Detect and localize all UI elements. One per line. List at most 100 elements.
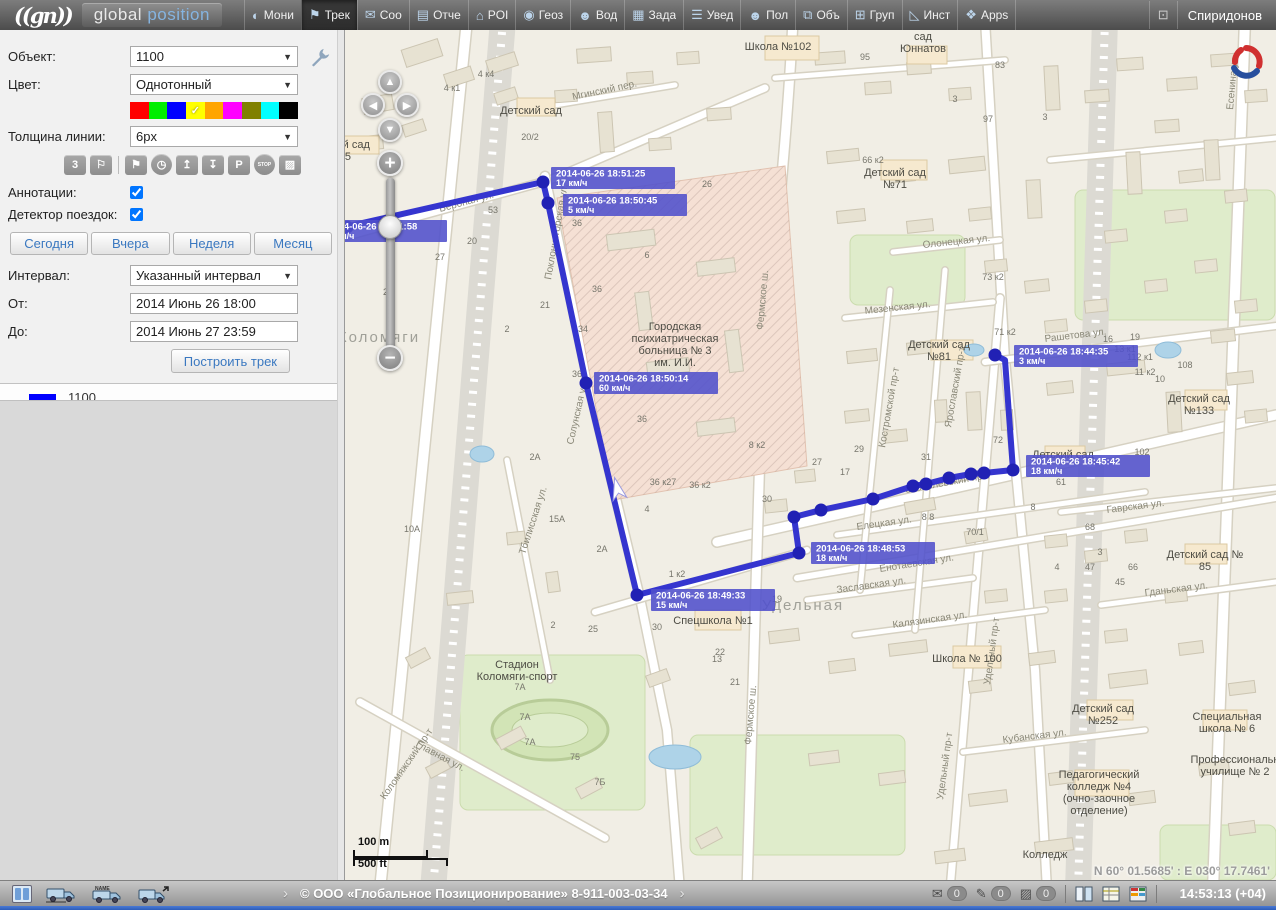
flag-icon[interactable]: ⚑: [125, 155, 147, 175]
pan-up-button[interactable]: ▲: [378, 70, 402, 94]
map-canvas[interactable]: Вербная ул.Поклонногорская ул.Солунская …: [345, 30, 1276, 880]
show-vehicle-names-button[interactable]: NAME: [92, 885, 122, 903]
fuel-down-icon[interactable]: ↧: [202, 155, 224, 175]
track-point[interactable]: [537, 176, 550, 189]
track-point[interactable]: [815, 504, 828, 517]
color-swatch-8[interactable]: [279, 102, 298, 119]
tab-пол[interactable]: ☻Пол: [740, 0, 795, 30]
interval-label: Интервал:: [8, 268, 130, 283]
current-user-name[interactable]: Спиридонов: [1188, 8, 1262, 23]
track-point[interactable]: [907, 480, 920, 493]
interval-select[interactable]: Указанный интервал ▼: [130, 265, 298, 286]
commands-counter[interactable]: ✎0: [976, 886, 1011, 902]
color-swatch-4[interactable]: [205, 102, 224, 119]
track-point[interactable]: [978, 467, 991, 480]
collapse-panel-icon[interactable]: ⊡: [1149, 1, 1178, 29]
track-point[interactable]: [631, 589, 644, 602]
show-vehicles-button[interactable]: [46, 885, 76, 903]
house-number: 36: [637, 414, 647, 424]
tab-геоз[interactable]: ◉Геоз: [515, 0, 570, 30]
color-swatch-1[interactable]: [149, 102, 168, 119]
house-number: 75: [570, 752, 580, 762]
fuel-up-icon[interactable]: ↥: [176, 155, 198, 175]
toggle-sidebar-button[interactable]: [12, 885, 32, 903]
annotations-checkbox[interactable]: [130, 186, 143, 199]
track-point[interactable]: [542, 197, 555, 210]
tab-poi[interactable]: ⌂POI: [468, 0, 516, 30]
tab-груп[interactable]: ⊞Груп: [847, 0, 902, 30]
color-swatch-3[interactable]: ✓: [186, 102, 205, 119]
gauge-icon[interactable]: ◷: [151, 154, 172, 175]
tab-мони[interactable]: ◐Мони: [244, 0, 301, 30]
house-number: 22: [715, 647, 725, 657]
photo-icon[interactable]: ▨: [279, 155, 301, 175]
line-thickness-select[interactable]: 6px ▼: [130, 126, 298, 147]
follow-vehicle-button[interactable]: [138, 885, 170, 903]
color-swatch-5[interactable]: [223, 102, 242, 119]
pan-left-button[interactable]: ◀: [361, 93, 385, 117]
parking-icon[interactable]: P: [228, 155, 250, 175]
chevron-left-icon[interactable]: ›: [283, 885, 288, 902]
zoom-slider-knob[interactable]: [378, 215, 402, 239]
zoom-slider-track[interactable]: [386, 178, 395, 353]
journal-book-icon[interactable]: [1075, 886, 1093, 902]
notifications-list-icon: ☰: [691, 7, 703, 23]
chart-table-icon[interactable]: [1129, 886, 1147, 902]
period-button-3[interactable]: Месяц: [254, 232, 332, 255]
track-time-label: 2014-06-26 18:50:1460 км/ч: [594, 372, 718, 394]
zoom-out-button[interactable]: −: [377, 345, 403, 371]
color-mode-select[interactable]: Однотонный ▼: [130, 74, 298, 95]
color-swatch-2[interactable]: [167, 102, 186, 119]
stop-icon[interactable]: STOP: [254, 154, 275, 175]
house-number: 2А: [529, 452, 540, 462]
period-button-2[interactable]: Неделя: [173, 232, 251, 255]
track-point[interactable]: [965, 468, 978, 481]
tab-вод[interactable]: ☻Вод: [570, 0, 624, 30]
from-label: От:: [8, 296, 130, 311]
status-bar: NAME › © ООО «Глобальное Позиционировани…: [0, 880, 1276, 906]
track-point[interactable]: [793, 547, 806, 560]
color-swatch-6[interactable]: [242, 102, 261, 119]
track-point[interactable]: [788, 511, 801, 524]
photos-counter[interactable]: ▨0: [1020, 886, 1056, 902]
to-datetime-input[interactable]: [130, 321, 298, 342]
track-point[interactable]: [1007, 464, 1020, 477]
build-track-button[interactable]: Построить трек: [171, 349, 290, 373]
track-point[interactable]: [989, 349, 1002, 362]
period-button-1[interactable]: Вчера: [91, 232, 169, 255]
tab-apps[interactable]: ❖Apps: [957, 0, 1016, 30]
tab-трек[interactable]: ⚑Трек: [301, 0, 357, 30]
zoom-in-button[interactable]: +: [377, 150, 403, 176]
from-datetime-input[interactable]: [130, 293, 298, 314]
chevron-down-icon: ▼: [283, 132, 292, 142]
chevron-right-icon[interactable]: ›: [680, 885, 685, 902]
tab-соо[interactable]: ✉Соо: [357, 0, 409, 30]
report-table-icon[interactable]: [1102, 886, 1120, 902]
tab-объ[interactable]: ⧉Объ: [795, 0, 847, 30]
pan-right-button[interactable]: ▶: [395, 93, 419, 117]
tab-отче[interactable]: ▤Отче: [409, 0, 468, 30]
tab-label: Соо: [380, 8, 402, 22]
color-swatch-7[interactable]: [261, 102, 280, 119]
tab-увед[interactable]: ☰Увед: [683, 0, 740, 30]
messages-counter[interactable]: ✉0: [932, 886, 967, 902]
track-point[interactable]: [920, 478, 933, 491]
selected-check-icon: ✓: [186, 102, 205, 119]
trip-detector-checkbox[interactable]: [130, 208, 143, 221]
track-point[interactable]: [943, 472, 956, 485]
tab-инст[interactable]: ◺Инст: [902, 0, 958, 30]
quick-period-buttons: СегодняВчераНеделяМесяц: [10, 232, 332, 255]
house-number: 53: [488, 205, 498, 215]
flags-stack-icon[interactable]: ⚐: [90, 155, 112, 175]
settings-wrench-icon[interactable]: [310, 47, 332, 67]
track-point[interactable]: [867, 493, 880, 506]
track-point[interactable]: [580, 377, 593, 390]
tab-зада[interactable]: ▦Зада: [624, 0, 683, 30]
map-provider-logo-icon[interactable]: [1228, 44, 1264, 80]
color-swatch-0[interactable]: [130, 102, 149, 119]
sidebar-scrollbar[interactable]: [337, 30, 344, 880]
object-select[interactable]: 1100 ▼: [130, 46, 298, 67]
pan-down-button[interactable]: ▼: [378, 118, 402, 142]
marker-number-icon[interactable]: 3: [64, 155, 86, 175]
period-button-0[interactable]: Сегодня: [10, 232, 88, 255]
